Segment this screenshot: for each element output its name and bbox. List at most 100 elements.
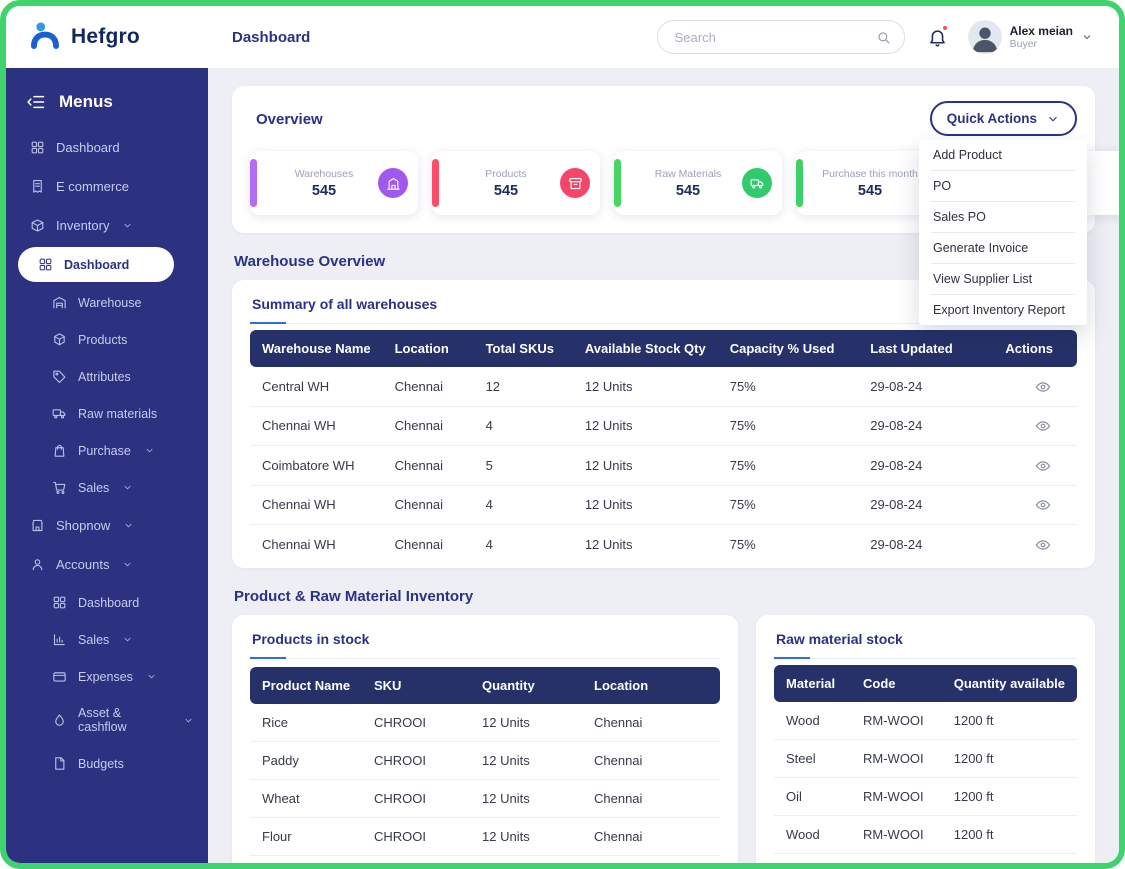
quick-action-view-supplier-list[interactable]: View Supplier List — [931, 264, 1075, 295]
chevron-down-icon — [1081, 31, 1093, 43]
table-cell: Chennai — [383, 446, 474, 486]
overview-title: Overview — [256, 111, 323, 128]
stat-card-products: Products545 — [432, 151, 600, 215]
page-title: Dashboard — [232, 29, 310, 46]
table-cell: Steel — [774, 739, 851, 777]
stat-accent-bar — [796, 159, 803, 207]
table-cell: Chennai — [582, 779, 720, 817]
quick-action-generate-invoice[interactable]: Generate Invoice — [931, 233, 1075, 264]
quick-action-export-inventory-report[interactable]: Export Inventory Report — [931, 295, 1075, 325]
inventory-section-title: Product & Raw Material Inventory — [234, 588, 1093, 605]
table-row: WoodRM-WOOI1200 ft — [774, 815, 1077, 853]
user-menu[interactable]: Alex meian Buyer — [968, 20, 1093, 54]
quick-action-add-product[interactable]: Add Product — [931, 140, 1075, 171]
table-cell: Chennai WH — [250, 406, 383, 446]
table-cell: 75% — [718, 367, 859, 406]
table-cell: RM-WOOI — [851, 815, 942, 853]
sidebar-item-dashboard[interactable]: Dashboard — [6, 128, 208, 167]
view-eye-icon[interactable] — [1035, 537, 1051, 553]
view-eye-icon[interactable] — [1035, 497, 1051, 513]
sidebar-item-dashboard[interactable]: Dashboard — [6, 584, 208, 621]
receipt-icon — [30, 179, 45, 194]
view-eye-icon[interactable] — [1035, 418, 1051, 434]
table-cell: RM-WOOI — [851, 777, 942, 815]
stat-card-warehouses: Warehouses545 — [250, 151, 418, 215]
table-cell: Paddy — [250, 741, 362, 779]
chevron-down-icon — [122, 634, 133, 645]
stat-accent-bar — [432, 159, 439, 207]
table-cell: Wood — [774, 702, 851, 740]
store-icon — [30, 518, 45, 533]
search-icon[interactable] — [876, 30, 891, 45]
sidebar-item-purchase[interactable]: Purchase — [6, 432, 208, 469]
chevron-down-icon — [146, 671, 157, 682]
hefgro-logo-icon — [28, 18, 62, 57]
sidebar-item-e-commerce[interactable]: E commerce — [6, 167, 208, 206]
sidebar-item-budgets[interactable]: Budgets — [6, 745, 208, 782]
column-header-sku: SKU — [362, 667, 470, 704]
table-cell: 4 — [474, 485, 573, 525]
sidebar-item-dashboard[interactable]: Dashboard — [18, 247, 174, 282]
sidebar-nav: DashboardE commerceInventoryDashboardWar… — [6, 128, 208, 782]
raw-material-table: MaterialCodeQuantity availableWoodRM-WOO… — [774, 665, 1077, 863]
table-cell: Sugar — [250, 855, 362, 863]
sidebar-item-raw-materials[interactable]: Raw materials — [6, 395, 208, 432]
tag-icon — [52, 369, 67, 384]
app-header: Hefgro Dashboard Alex meian Buyer — [6, 6, 1119, 68]
column-header-material: Material — [774, 665, 851, 702]
sidebar-item-asset-cashflow[interactable]: Asset & cashflow — [6, 695, 208, 745]
search-input[interactable] — [673, 29, 876, 46]
table-row: WheatCHROOI12 UnitsChennai — [250, 779, 720, 817]
table-cell-actions — [982, 406, 1077, 446]
stat-label: Raw Materials — [655, 168, 722, 180]
sidebar-item-warehouse[interactable]: Warehouse — [6, 284, 208, 321]
sidebar-item-shopnow[interactable]: Shopnow — [6, 506, 208, 545]
table-cell: 1200 ft — [942, 853, 1077, 863]
wallet-icon — [52, 669, 67, 684]
sidebar-header[interactable]: Menus — [6, 82, 208, 128]
stat-card-raw-materials: Raw Materials545 — [614, 151, 782, 215]
quick-action-sales-po[interactable]: Sales PO — [931, 202, 1075, 233]
table-row: Central WHChennai1212 Units75%29-08-24 — [250, 367, 1077, 406]
sidebar-item-sales[interactable]: Sales — [6, 621, 208, 658]
sidebar-title: Menus — [59, 92, 113, 112]
notification-bell-button[interactable] — [927, 27, 948, 48]
view-eye-icon[interactable] — [1035, 458, 1051, 474]
file-icon — [52, 756, 67, 771]
table-cell: RM-WOOI — [851, 739, 942, 777]
table-row: Chennai WHChennai412 Units75%29-08-24 — [250, 525, 1077, 564]
table-cell: 12 Units — [470, 817, 582, 855]
table-cell: 12 Units — [573, 525, 718, 564]
table-cell: Chennai — [582, 741, 720, 779]
table-cell: 1200 ft — [942, 739, 1077, 777]
view-eye-icon[interactable] — [1035, 379, 1051, 395]
table-cell: 75% — [718, 446, 859, 486]
sidebar-item-inventory[interactable]: Inventory — [6, 206, 208, 245]
grid-icon — [30, 140, 45, 155]
table-cell: Coimbatore WH — [250, 446, 383, 486]
table-cell: 12 Units — [573, 446, 718, 486]
collapse-menu-icon[interactable] — [26, 92, 46, 112]
sidebar-item-attributes[interactable]: Attributes — [6, 358, 208, 395]
sidebar-item-expenses[interactable]: Expenses — [6, 658, 208, 695]
products-in-stock-card: Products in stock Product NameSKUQuantit… — [232, 615, 738, 863]
table-row: WoodRM-WOOI1200 ft — [774, 853, 1077, 863]
sidebar-item-sales[interactable]: Sales — [6, 469, 208, 506]
search-box[interactable] — [657, 20, 905, 54]
table-cell: 29-08-24 — [858, 367, 982, 406]
quick-actions-button[interactable]: Quick Actions — [930, 101, 1077, 136]
quick-action-po[interactable]: PO — [931, 171, 1075, 202]
table-cell: Chennai WH — [250, 485, 383, 525]
table-cell: Chennai — [383, 525, 474, 564]
stat-accent-bar — [250, 159, 257, 207]
table-row: OilRM-WOOI1200 ft — [774, 777, 1077, 815]
table-header-row: MaterialCodeQuantity available — [774, 665, 1077, 702]
table-cell: 12 Units — [470, 741, 582, 779]
sidebar-item-accounts[interactable]: Accounts — [6, 545, 208, 584]
table-cell: CHROOI — [362, 741, 470, 779]
stat-label: Warehouses — [295, 168, 354, 180]
table-cell: 1200 ft — [942, 702, 1077, 740]
sidebar-item-products[interactable]: Products — [6, 321, 208, 358]
user-name: Alex meian — [1010, 24, 1073, 38]
sidebar-item-label: Sales — [78, 633, 109, 647]
